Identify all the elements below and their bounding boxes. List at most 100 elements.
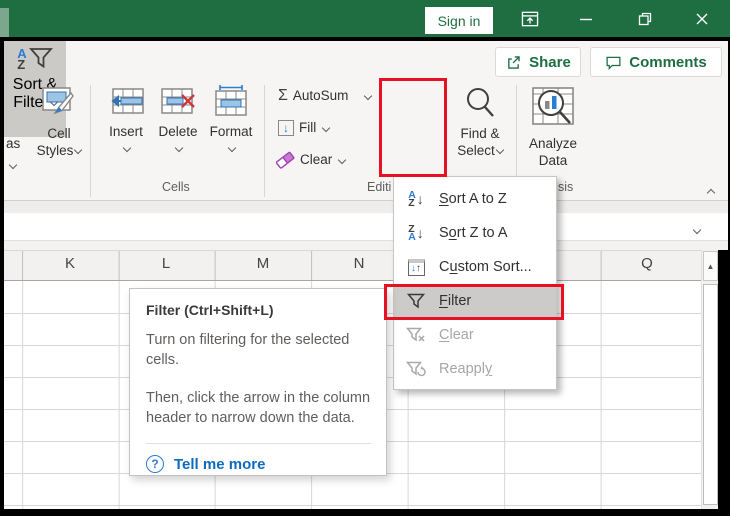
sort-a-to-z-icon: AZ ↓ [408, 188, 424, 209]
menu-item-label: Clear [439, 327, 474, 343]
insert-label: Insert [109, 124, 143, 139]
sort-z-to-a-icon: ZA ↓ [408, 222, 424, 243]
menu-item-label: Custom Sort... [439, 259, 532, 275]
format-chevron [227, 140, 237, 157]
band [4, 241, 728, 250]
ribbon-display-options-button[interactable] [514, 6, 546, 32]
title-bar: Sign in [0, 0, 730, 37]
autosum-button[interactable]: Σ AutoSum [278, 86, 373, 105]
tooltip-paragraph-1: Turn on filtering for the selected cells… [146, 332, 350, 368]
ribbon-bottom-band [4, 200, 728, 213]
format-button[interactable]: Format [204, 81, 258, 175]
minimize-button[interactable] [570, 6, 602, 32]
expand-formula-bar-chevron[interactable] [692, 222, 702, 240]
fill-chevron [322, 123, 331, 132]
tooltip-paragraph-2: Then, click the arrow in the column head… [146, 390, 371, 426]
menu-item-sort-a-to-z[interactable]: AZ ↓ Sort A to Z [394, 182, 556, 216]
column-header-row: K L M N Q [4, 250, 701, 281]
magnifier-icon [464, 86, 496, 120]
menu-item-reapply: Reapply [394, 352, 556, 386]
comments-button[interactable]: Comments [590, 47, 722, 77]
format-cells-icon [212, 83, 250, 117]
editing-group-label: Editi [367, 180, 392, 194]
column-header-K[interactable]: K [22, 255, 118, 272]
share-button[interactable]: Share [495, 47, 581, 77]
delete-label: Delete [158, 124, 198, 139]
column-header-L[interactable]: L [118, 255, 214, 272]
vertical-scrollbar[interactable]: ▲ [701, 250, 718, 509]
menu-item-filter[interactable]: Filter [394, 284, 556, 318]
custom-sort-icon: ↓ ↑ [404, 258, 428, 276]
help-circle-icon: ? [146, 455, 164, 473]
cell-styles-icon [41, 85, 77, 119]
ribbon: Share Comments as Cell Styles Insert Del… [4, 41, 728, 200]
filter-funnel-icon [404, 292, 428, 310]
filter-tooltip: Filter (Ctrl+Shift+L) Turn on filtering … [129, 288, 387, 476]
frame-edge [0, 37, 4, 516]
find-and-select-button[interactable]: Find & Select [450, 81, 510, 175]
cell-styles-label-1: Cell [47, 126, 71, 141]
column-header-Q[interactable]: Q [599, 255, 695, 272]
comments-label: Comments [629, 53, 707, 71]
cell-styles-button[interactable]: Cell Styles [30, 81, 88, 175]
menu-item-label: Sort A to Z [439, 191, 507, 207]
menu-item-custom-sort[interactable]: ↓ ↑ Custom Sort... [394, 250, 556, 284]
restore-button[interactable] [629, 6, 661, 32]
insert-button[interactable]: Insert [100, 81, 152, 175]
frame-edge [0, 37, 730, 41]
delete-cells-icon [159, 87, 197, 117]
eraser-icon [276, 151, 295, 169]
analyze-data-icon [530, 83, 576, 131]
sort-filter-dropdown-menu: AZ ↓ Sort A to Z ZA ↓ Sort Z to A ↓ ↑ Cus… [393, 176, 557, 390]
clear-label: Clear [300, 152, 333, 167]
find-select-chevron [495, 145, 505, 155]
format-as-table-button[interactable]: as [6, 136, 20, 151]
fill-icon: ↓ [278, 119, 294, 136]
reapply-filter-icon [404, 360, 428, 378]
insert-cells-icon [107, 87, 145, 117]
autosum-label: AutoSum [292, 88, 349, 103]
analyze-data-label-1: Analyze [528, 136, 578, 151]
analyze-data-button[interactable]: Analyze Data [522, 81, 584, 175]
menu-item-label: Reapply [439, 361, 493, 377]
frame-edge [0, 509, 730, 516]
excel-window: Sign in Share Comments as Cell Styles In… [0, 0, 730, 516]
close-icon [695, 12, 709, 26]
tell-me-more-link[interactable]: ? Tell me more [146, 455, 371, 473]
scroll-up-button[interactable]: ▲ [703, 251, 718, 281]
sign-in-button[interactable]: Sign in [425, 7, 493, 34]
column-header-M[interactable]: M [215, 255, 311, 272]
group-divider [264, 85, 265, 197]
comments-icon [605, 54, 622, 71]
format-as-table-dropdown-chevron[interactable] [8, 157, 18, 175]
menu-item-label: Sort Z to A [439, 225, 508, 241]
analysis-group-label: sis [558, 180, 574, 194]
find-select-label-2: Select [457, 142, 505, 159]
collapse-ribbon-button[interactable] [706, 181, 726, 198]
tooltip-title: Filter (Ctrl+Shift+L) [146, 302, 274, 318]
insert-chevron [122, 140, 132, 157]
scrollbar-thumb[interactable] [703, 284, 718, 505]
menu-item-sort-z-to-a[interactable]: ZA ↓ Sort Z to A [394, 216, 556, 250]
menu-item-label: Filter [439, 293, 472, 309]
fill-label: Fill [299, 120, 317, 135]
format-as-table-label-partial: as [6, 136, 21, 151]
minimize-icon [579, 12, 593, 26]
autosum-sigma-icon: Σ [278, 86, 288, 104]
clear-filter-icon [404, 326, 428, 344]
sign-in-label: Sign in [437, 12, 481, 29]
format-label: Format [209, 124, 253, 139]
restore-icon [637, 11, 653, 27]
scroll-up-arrow-icon: ▲ [706, 261, 715, 271]
clear-button[interactable]: Clear [276, 150, 347, 169]
share-label: Share [529, 53, 571, 71]
formula-bar[interactable] [4, 213, 728, 241]
tell-me-more-label: Tell me more [174, 455, 266, 473]
close-button[interactable] [686, 6, 718, 32]
titlebar-accent [0, 8, 9, 37]
analyze-data-label-2: Data [538, 153, 568, 168]
fill-button[interactable]: ↓ Fill [278, 118, 331, 137]
delete-button[interactable]: Delete [152, 81, 204, 175]
clear-chevron [338, 155, 347, 164]
tooltip-divider [146, 443, 371, 444]
